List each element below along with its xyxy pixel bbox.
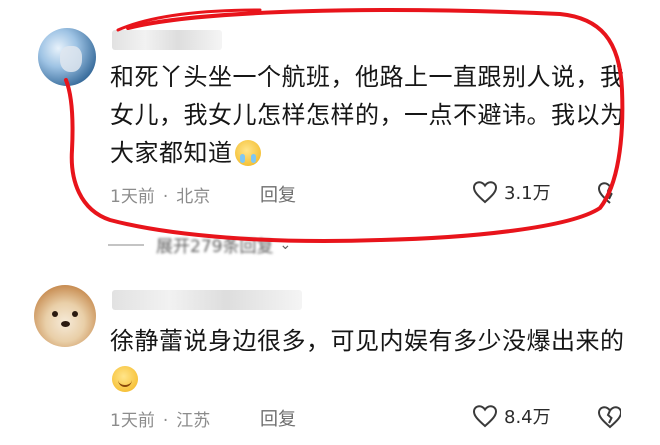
separator-dot: · <box>162 187 169 207</box>
comment-meta: 1天前 · 江苏 <box>110 406 210 431</box>
like-button[interactable]: 3.1万 <box>472 179 551 205</box>
comment-time: 1天前 <box>110 411 155 431</box>
smiling-face-emoji-icon <box>112 366 138 392</box>
reply-button[interactable]: 回复 <box>260 405 296 431</box>
like-button[interactable]: 8.4万 <box>472 403 551 429</box>
broken-heart-icon <box>597 406 621 429</box>
chevron-down-icon: ⌄ <box>279 236 292 253</box>
broken-heart-icon <box>597 182 613 204</box>
comment-text-content: 徐静蕾说身边很多，可见内娱有多少没爆出来的 <box>110 327 625 355</box>
comment-location: 江苏 <box>176 411 211 431</box>
reply-button[interactable]: 回复 <box>260 181 296 207</box>
expand-replies-button[interactable]: 展开279条回复 ⌄ <box>108 232 291 257</box>
avatar[interactable] <box>38 28 96 86</box>
heart-icon <box>472 181 498 204</box>
expand-replies-label: 展开279条回复 <box>156 237 274 257</box>
comment-text-content: 和死丫头坐一个航班，他路上一直跟别人说，我女儿，我女儿怎样怎样的，一点不避讳。我… <box>110 63 625 167</box>
comment-text: 徐静蕾说身边很多，可见内娱有多少没爆出来的 <box>110 322 630 398</box>
heart-icon <box>472 405 498 428</box>
dog-eye-icon <box>72 311 78 317</box>
like-count: 8.4万 <box>504 407 551 428</box>
username-redacted[interactable] <box>112 290 302 310</box>
comment-1: 和死丫头坐一个航班，他路上一直跟别人说，我女儿，我女儿怎样怎样的，一点不避讳。我… <box>0 0 660 225</box>
dislike-button[interactable] <box>597 405 621 429</box>
dog-nose-icon <box>61 321 70 327</box>
comment-text: 和死丫头坐一个航班，他路上一直跟别人说，我女儿，我女儿怎样怎样的，一点不避讳。我… <box>110 58 630 172</box>
comment-location: 北京 <box>176 187 211 207</box>
avatar[interactable] <box>34 285 96 347</box>
separator-dot: · <box>162 411 169 431</box>
comment-2: 徐静蕾说身边很多，可见内娱有多少没爆出来的 1天前 · 江苏 回复 8.4万 <box>0 270 660 445</box>
username-redacted[interactable] <box>112 30 222 50</box>
dislike-button[interactable] <box>597 181 621 205</box>
comment-time: 1天前 <box>110 187 155 207</box>
crying-face-emoji-icon <box>234 140 261 166</box>
dog-eye-icon <box>52 311 58 317</box>
divider-line <box>108 243 144 246</box>
comment-meta: 1天前 · 北京 <box>110 182 210 207</box>
like-count: 3.1万 <box>504 183 551 204</box>
